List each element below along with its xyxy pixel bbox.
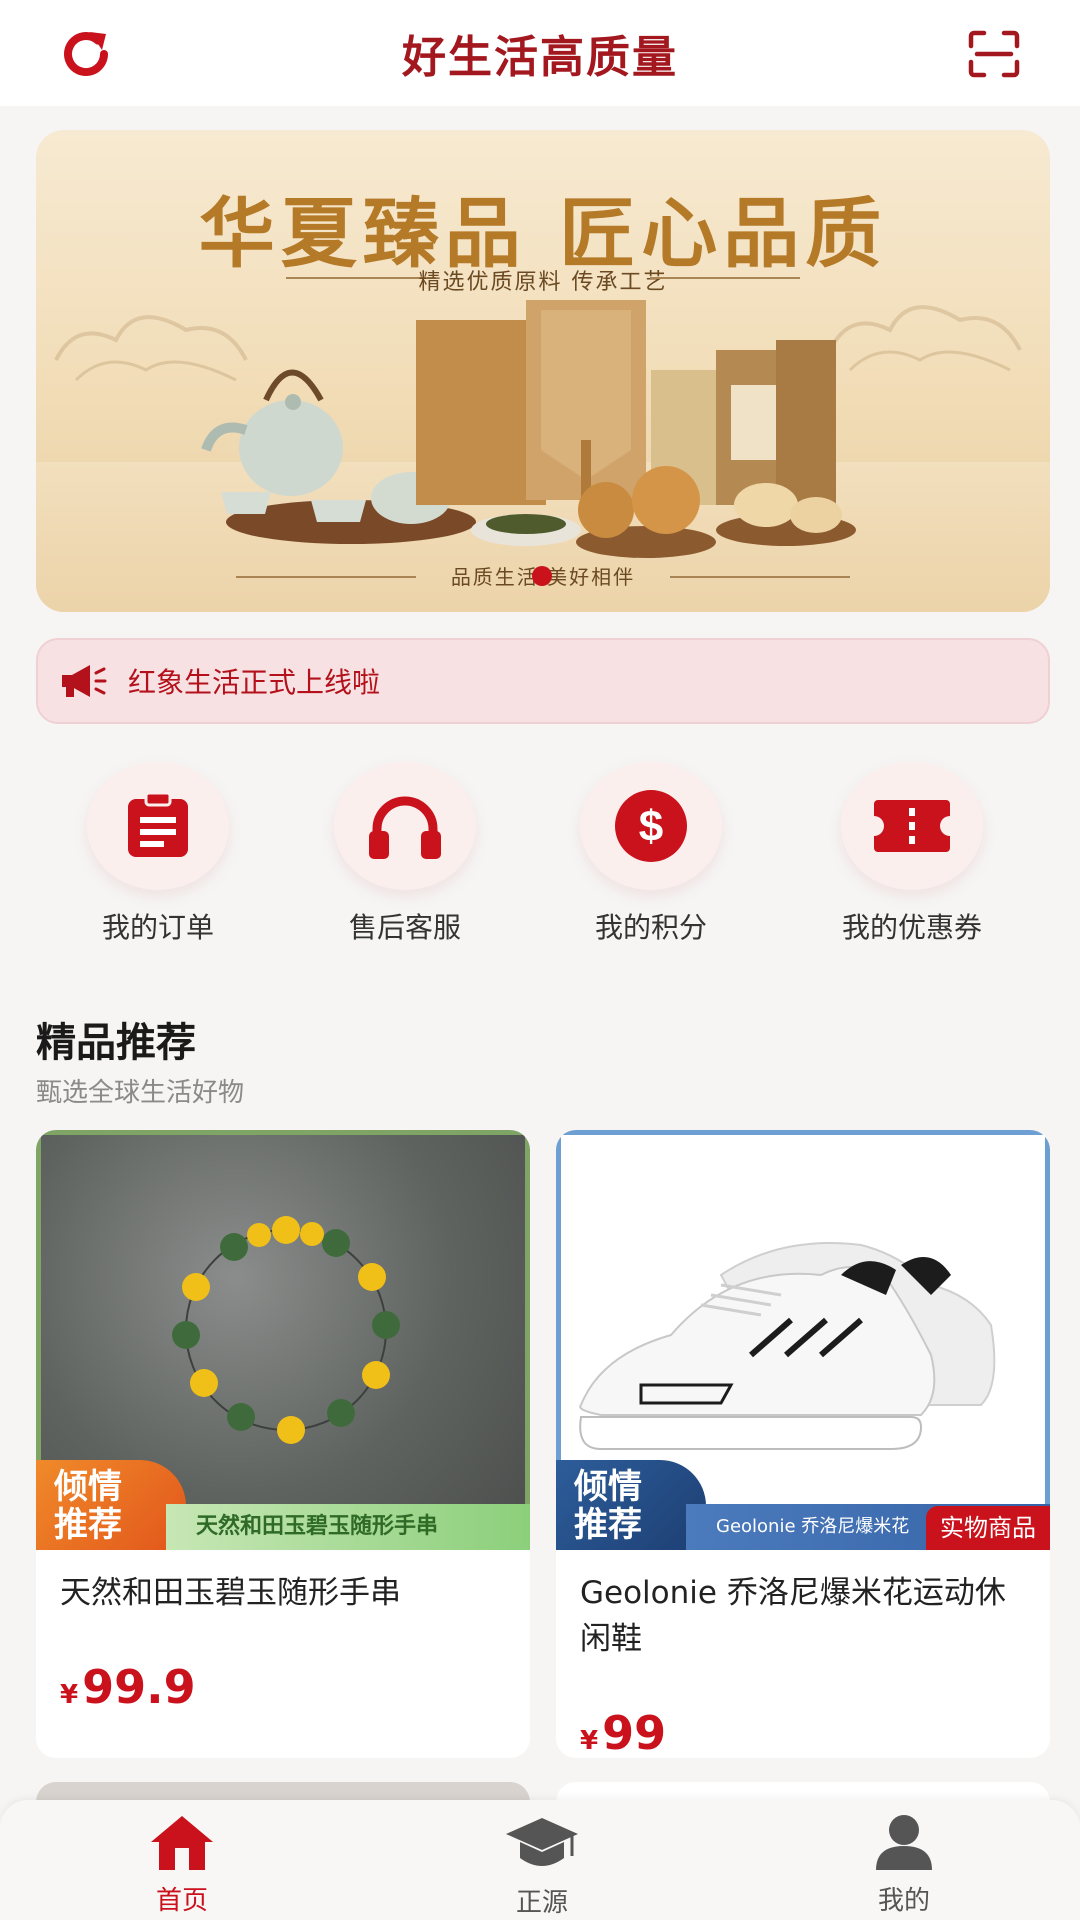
svg-text:$: $	[639, 802, 663, 851]
icon-circle	[87, 762, 229, 890]
announcement-bar[interactable]: 红象生活正式上线啦	[36, 638, 1050, 724]
nav-me[interactable]: 我的	[814, 1812, 994, 1917]
nav-zhengyuan[interactable]: 正源	[452, 1812, 632, 1919]
product-card[interactable]: 倾情 推荐 天然和田玉碧玉随形手串 天然和田玉碧玉随形手串 ¥99.9	[36, 1130, 530, 1758]
bracelet-image	[172, 1216, 400, 1444]
nav-home[interactable]: 首页	[92, 1812, 272, 1917]
divider	[670, 576, 850, 578]
product-name: Geolonie 乔洛尼爆米花运动休闲鞋	[580, 1575, 1006, 1657]
megaphone-icon	[62, 665, 107, 697]
top-header: 好生活高质量	[0, 0, 1080, 106]
announcement-text: 红象生活正式上线啦	[128, 666, 381, 699]
clipboard-icon	[128, 791, 188, 857]
my-orders-button[interactable]: 我的订单	[58, 762, 258, 946]
quick-link-label: 我的积分	[594, 911, 707, 944]
price-value: 99.9	[82, 1660, 196, 1714]
promo-banner[interactable]: 华夏臻品 匠心品质 精选优质原料 传承工艺 品质生活 美好相伴	[36, 130, 1050, 612]
after-sales-service-button[interactable]: 售后客服	[305, 762, 505, 946]
ticket-icon	[874, 800, 950, 852]
icon-circle	[841, 762, 983, 890]
icon-circle: $	[580, 762, 722, 890]
quick-link-label: 售后客服	[348, 911, 461, 944]
product-card[interactable]: 倾情 推荐 Geolonie 乔洛尼爆米花 实物商品 Geolonie 乔洛尼爆米…	[556, 1130, 1050, 1758]
product-name: 天然和田玉碧玉随形手串	[60, 1575, 401, 1611]
quick-link-label: 我的优惠券	[841, 911, 982, 944]
quick-links: 我的订单 售后客服 $ 我的积分 我的优惠券	[0, 762, 1080, 962]
graduation-cap-icon	[506, 1818, 578, 1866]
home-icon	[151, 1816, 213, 1870]
dollar-icon: $	[615, 790, 687, 862]
nav-label: 我的	[877, 1886, 930, 1916]
nav-label: 正源	[515, 1888, 568, 1918]
nav-label: 首页	[155, 1886, 208, 1916]
price-value: 99	[602, 1706, 667, 1758]
page-title: 好生活高质量	[402, 32, 678, 83]
refresh-icon	[64, 32, 108, 77]
sneaker-image	[579, 1242, 996, 1450]
my-coupons-button[interactable]: 我的优惠券	[812, 762, 1012, 946]
icon-circle	[334, 762, 476, 890]
product-price: ¥99	[580, 1706, 666, 1758]
bottom-navigation: 首页 正源 我的	[0, 1800, 1080, 1920]
recommend-tag: 倾情 推荐	[36, 1460, 186, 1550]
section-title: 精品推荐	[36, 1020, 196, 1066]
scan-icon	[968, 30, 1020, 78]
headphones-icon	[369, 796, 441, 859]
currency-symbol: ¥	[580, 1726, 599, 1756]
recommend-tag: 倾情 推荐	[556, 1460, 706, 1550]
divider	[650, 277, 800, 279]
user-icon	[876, 1815, 932, 1870]
scan-button[interactable]	[962, 22, 1026, 86]
currency-symbol: ¥	[60, 1680, 79, 1710]
my-points-button[interactable]: $ 我的积分	[551, 762, 751, 946]
product-price: ¥99.9	[60, 1660, 196, 1714]
quick-link-label: 我的订单	[101, 911, 214, 944]
banner-product-image	[201, 300, 856, 558]
physical-goods-badge: 实物商品	[926, 1506, 1050, 1550]
carousel-indicator[interactable]	[532, 566, 552, 586]
refresh-button[interactable]	[54, 22, 118, 86]
section-subtitle: 甄选全球生活好物	[36, 1078, 245, 1108]
product-strip-label: 天然和田玉碧玉随形手串	[166, 1504, 530, 1550]
